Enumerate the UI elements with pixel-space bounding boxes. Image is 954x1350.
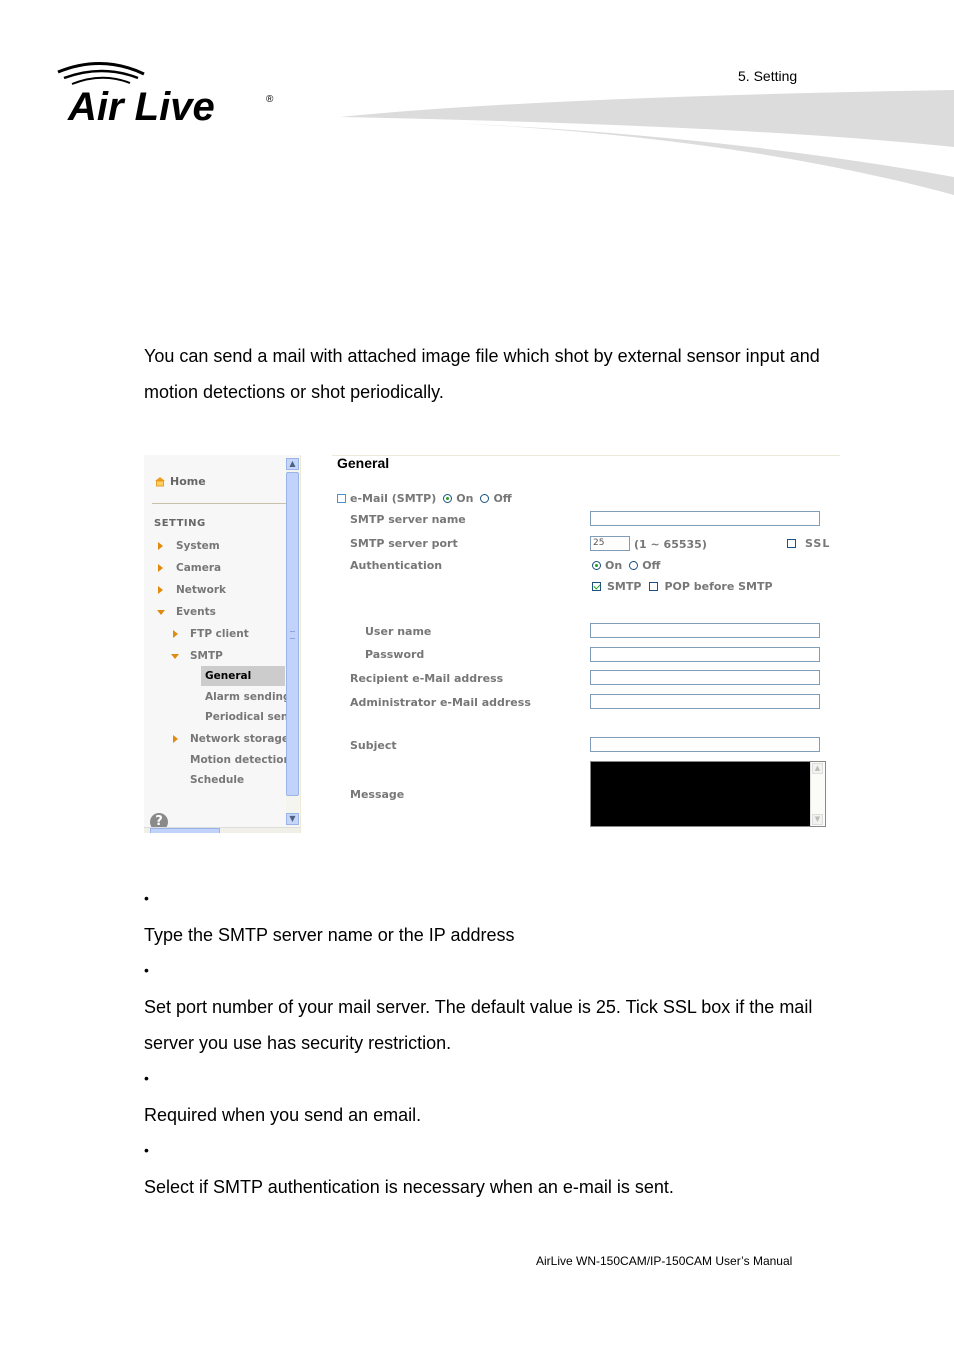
user-name-label: User name bbox=[365, 625, 432, 638]
nav-home-label: Home bbox=[170, 475, 206, 488]
nav-item-system[interactable]: System bbox=[158, 540, 220, 552]
form-title: General bbox=[337, 455, 390, 471]
bullet-authentication: Select if SMTP authentication is necessa… bbox=[144, 1177, 674, 1197]
chapter-heading: 5. Setting bbox=[738, 68, 798, 84]
bullet-symbol: • bbox=[144, 962, 149, 978]
email-on-radio[interactable] bbox=[443, 494, 453, 503]
triangle-right-icon bbox=[173, 735, 178, 743]
user-name-input[interactable] bbox=[590, 623, 820, 638]
nav-horizontal-scrollbar[interactable] bbox=[144, 827, 300, 833]
pop-before-smtp-checkbox[interactable] bbox=[649, 582, 659, 591]
administrator-email-input[interactable] bbox=[590, 694, 820, 709]
nav-item-network-storage[interactable]: Network storage bbox=[173, 733, 289, 745]
settings-nav: Home SETTING System Camera Network Event… bbox=[144, 455, 301, 833]
email-smtp-label: e-Mail (SMTP) bbox=[350, 492, 437, 505]
nav-vertical-scrollbar[interactable]: ▲ ▼ bbox=[286, 458, 299, 826]
smtp-port-range: (1 ~ 65535) bbox=[634, 538, 707, 551]
nav-item-camera[interactable]: Camera bbox=[158, 562, 221, 574]
auth-off-radio[interactable] bbox=[629, 561, 639, 570]
nav-item-alarm-sending[interactable]: Alarm sending bbox=[205, 691, 291, 703]
header-swoosh bbox=[340, 90, 954, 195]
nav-item-events[interactable]: Events bbox=[157, 606, 216, 618]
triangle-right-icon bbox=[158, 586, 163, 594]
message-label: Message bbox=[350, 788, 405, 801]
ssl-checkbox[interactable] bbox=[787, 539, 796, 548]
scroll-down-icon[interactable]: ▼ bbox=[286, 813, 299, 825]
nav-divider bbox=[152, 503, 286, 504]
auth-on-radio[interactable] bbox=[592, 561, 601, 570]
smtp-settings-screenshot: Home SETTING System Camera Network Event… bbox=[144, 455, 840, 833]
message-scroll-up-icon[interactable]: ▲ bbox=[812, 763, 823, 774]
smtp-auth-checkbox[interactable] bbox=[592, 582, 601, 591]
nav-item-network[interactable]: Network bbox=[158, 584, 226, 596]
email-smtp-row: e-Mail (SMTP) On Off bbox=[337, 492, 512, 505]
nav-item-general[interactable]: General bbox=[205, 670, 251, 682]
scroll-up-icon[interactable]: ▲ bbox=[286, 458, 299, 470]
password-label: Password bbox=[365, 648, 425, 661]
scroll-thumb[interactable] bbox=[286, 472, 299, 796]
recipient-email-label: Recipient e-Mail address bbox=[350, 672, 504, 685]
triangle-down-icon bbox=[157, 609, 165, 615]
subject-label: Subject bbox=[350, 739, 397, 752]
bullet-smtp-server-port: Set port number of your mail server. The… bbox=[144, 997, 813, 1053]
registered-mark: ® bbox=[266, 94, 274, 105]
administrator-email-label: Administrator e-Mail address bbox=[350, 696, 531, 709]
subject-input[interactable] bbox=[590, 737, 820, 752]
general-form: General e-Mail (SMTP) On Off SMTP server… bbox=[334, 455, 840, 833]
triangle-right-icon bbox=[158, 542, 163, 550]
bullet-symbol: • bbox=[144, 1070, 149, 1086]
email-off-radio[interactable] bbox=[480, 494, 490, 503]
nav-item-schedule[interactable]: Schedule bbox=[190, 774, 244, 786]
nav-item-ftp-client[interactable]: FTP client bbox=[173, 628, 249, 640]
password-input[interactable] bbox=[590, 647, 820, 662]
nav-item-motion-detection[interactable]: Motion detection bbox=[190, 754, 291, 766]
message-textarea[interactable]: ▲ ▼ bbox=[590, 761, 826, 827]
smtp-server-name-input[interactable] bbox=[590, 511, 820, 526]
message-scroll-down-icon[interactable]: ▼ bbox=[812, 814, 823, 825]
page-footer: AirLive WN-150CAM/IP-150CAM User’s Manua… bbox=[536, 1254, 793, 1268]
bullet-symbol: • bbox=[144, 890, 149, 906]
auth-radio-row: On Off bbox=[592, 559, 660, 572]
smtp-server-name-label: SMTP server name bbox=[350, 513, 466, 526]
message-scrollbar[interactable]: ▲ ▼ bbox=[810, 762, 825, 826]
bullet-required: Required when you send an email. bbox=[144, 1105, 422, 1125]
intro-paragraph: You can send a mail with attached image … bbox=[144, 346, 820, 402]
triangle-right-icon bbox=[173, 630, 178, 638]
nav-item-smtp[interactable]: SMTP bbox=[171, 650, 223, 662]
nav-home[interactable]: Home bbox=[154, 475, 206, 488]
nav-section-title: SETTING bbox=[154, 518, 206, 529]
ssl-row: SSL bbox=[787, 537, 830, 550]
home-icon bbox=[155, 477, 165, 487]
hscroll-thumb[interactable] bbox=[150, 828, 220, 833]
triangle-down-icon bbox=[171, 653, 179, 659]
smtp-port-input[interactable]: 25 bbox=[590, 536, 630, 551]
logo-text: Air Live bbox=[67, 85, 215, 128]
wifi-arcs-icon: Air Live ® bbox=[57, 62, 274, 129]
authentication-label: Authentication bbox=[350, 559, 443, 572]
smtp-server-port-label: SMTP server port bbox=[350, 537, 458, 550]
recipient-email-input[interactable] bbox=[590, 670, 820, 685]
airlive-logo: Air Live ® bbox=[52, 58, 282, 129]
bullet-smtp-server-name: Type the SMTP server name or the IP addr… bbox=[144, 925, 515, 945]
auth-method-row: SMTP POP before SMTP bbox=[592, 580, 773, 593]
bullet-symbol: • bbox=[144, 1142, 149, 1158]
triangle-right-icon bbox=[158, 564, 163, 572]
email-smtp-toggle-icon[interactable] bbox=[337, 494, 346, 503]
nav-item-periodical-send[interactable]: Periodical send bbox=[205, 711, 296, 723]
